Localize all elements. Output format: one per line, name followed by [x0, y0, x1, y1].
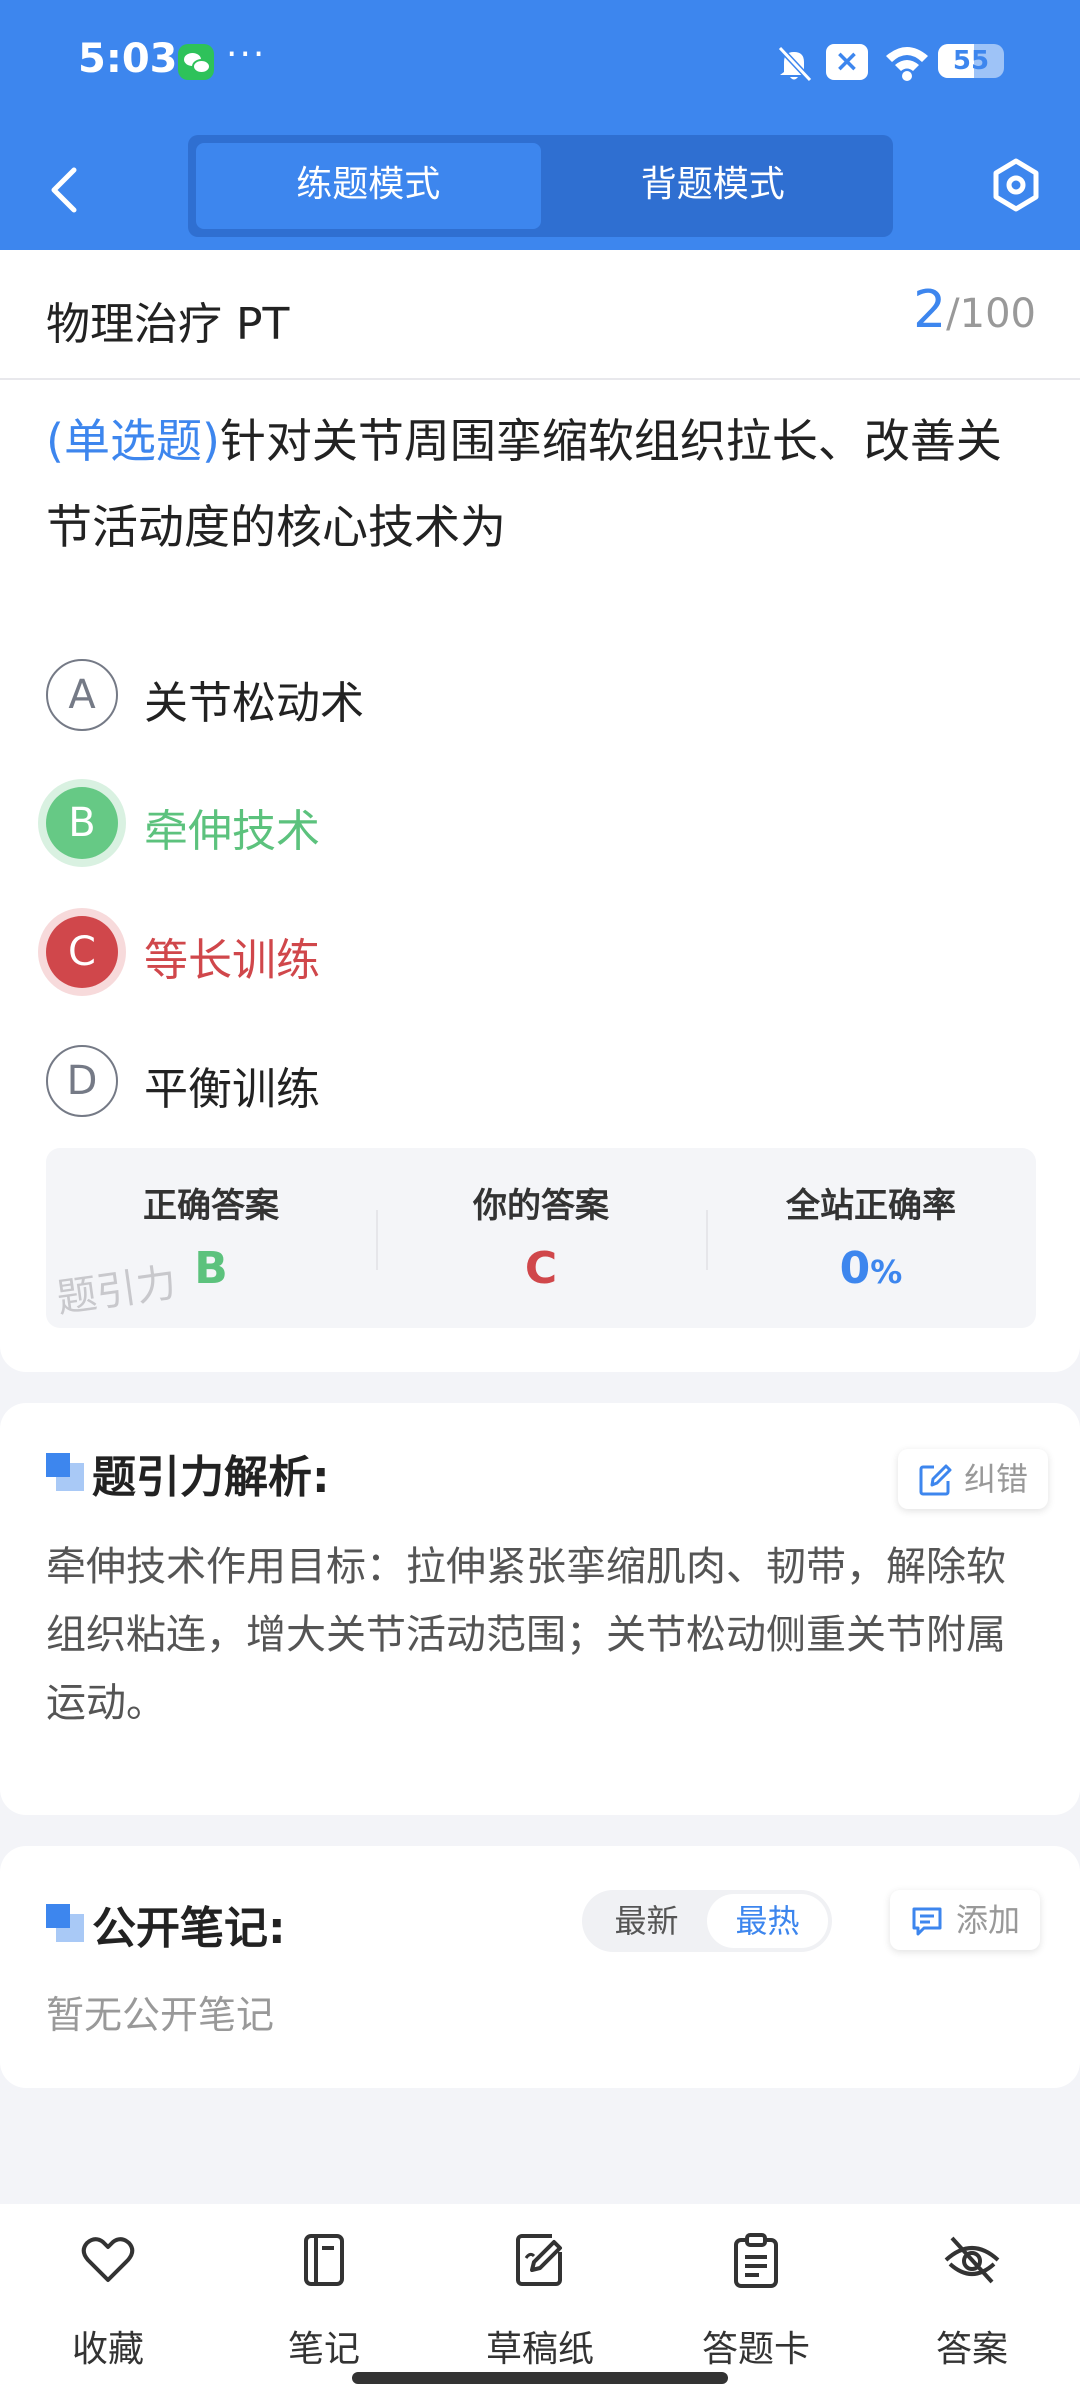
report-error-button[interactable]: 纠错 [898, 1449, 1049, 1509]
scratch-paper-button[interactable]: 草稿纸 [432, 2204, 648, 2400]
public-notes-card: 公开笔记: 最新 最热 添加 暂无公开笔记 [0, 1846, 1080, 2088]
rate-unit: % [870, 1253, 903, 1291]
analysis-text: 牵伸技术作用目标：拉伸紧张挛缩肌肉、韧带，解除软组织粘连，增大关节活动范围；关节… [46, 1544, 1006, 1726]
option-text: 关节松动术 [144, 678, 364, 729]
comment-icon [912, 1907, 942, 1936]
favorite-button[interactable]: 收藏 [0, 2204, 216, 2400]
app-header: 5:03 ··· × 55 练题模式 背题模式 [0, 0, 1080, 250]
total-questions: /100 [946, 291, 1036, 337]
bottom-toolbar: 收藏 笔记 草稿纸 答题卡 答案 [0, 2204, 1080, 2400]
option-text: 等长训练 [144, 935, 320, 986]
home-indicator[interactable] [352, 2372, 728, 2384]
option-text: 平衡训练 [144, 1064, 320, 1115]
close-notification-icon: × [826, 44, 868, 80]
section-square-icon [46, 1453, 84, 1491]
subject-title: 物理治疗 PT [46, 299, 290, 350]
answer-sheet-label: 答题卡 [701, 2329, 810, 2370]
sort-hot[interactable]: 最热 [707, 1894, 828, 1948]
notes-label: 笔记 [287, 2329, 360, 2370]
add-note-label: 添加 [956, 1901, 1021, 1939]
option-text: 牵伸技术 [144, 806, 320, 857]
notes-title: 公开笔记: [92, 1903, 286, 1954]
report-error-label: 纠错 [964, 1460, 1029, 1498]
current-question-number: 2 [913, 280, 947, 340]
clipboard-icon [734, 2233, 778, 2288]
your-answer-stat: 你的答案 C [376, 1148, 706, 1328]
correct-answer-stat: 正确答案 B 题引力 [46, 1148, 376, 1328]
accuracy-rate-stat: 全站正确率 0% [706, 1148, 1036, 1328]
back-arrow-icon[interactable] [44, 160, 84, 220]
option-a[interactable]: A 关节松动术 [46, 657, 946, 737]
answer-toggle-button[interactable]: 答案 [864, 2204, 1080, 2400]
notes-button[interactable]: 笔记 [216, 2204, 432, 2400]
mode-switch: 练题模式 背题模式 [188, 135, 893, 237]
stat-label: 正确答案 [143, 1186, 279, 1226]
answer-stats: 正确答案 B 题引力 你的答案 C 全站正确率 0% [46, 1148, 1036, 1328]
notes-empty-text: 暂无公开笔记 [46, 1993, 275, 2037]
option-letter: D [46, 1045, 118, 1117]
option-c[interactable]: C 等长训练 [46, 914, 946, 994]
question-card: 物理治疗 PT 2/100 (单选题)针对关节周围挛缩软组织拉长、改善关节活动度… [0, 250, 1080, 1372]
analysis-card: 题引力解析: 纠错 牵伸技术作用目标：拉伸紧张挛缩肌肉、韧带，解除软组织粘连，增… [0, 1403, 1080, 1815]
scratch-paper-label: 草稿纸 [485, 2329, 594, 2370]
stat-label: 全站正确率 [786, 1186, 956, 1226]
option-letter: B [46, 787, 118, 859]
edit-icon [919, 1464, 952, 1496]
battery-level: 55 [952, 46, 990, 76]
tab-practice-mode[interactable]: 练题模式 [196, 143, 541, 229]
draft-pen-icon [516, 2234, 562, 2286]
your-answer-value: C [524, 1243, 558, 1294]
more-notifications-icon: ··· [226, 34, 267, 75]
status-bar: 5:03 ··· × 55 [0, 0, 1080, 125]
heart-icon [81, 2237, 135, 2282]
accuracy-rate-value: 0% [706, 1243, 1036, 1294]
question-stem: (单选题)针对关节周围挛缩软组织拉长、改善关节活动度的核心技术为 [46, 398, 1036, 570]
question-type: (单选题) [46, 414, 220, 468]
question-header: 物理治疗 PT 2/100 [0, 250, 1080, 380]
battery-indicator: 55 [938, 44, 1004, 78]
option-letter: C [46, 916, 118, 988]
option-letter: A [46, 659, 118, 731]
tab-memorize-mode[interactable]: 背题模式 [541, 143, 886, 229]
answer-sheet-button[interactable]: 答题卡 [648, 2204, 864, 2400]
settings-hexagon-icon[interactable] [990, 157, 1042, 213]
option-b[interactable]: B 牵伸技术 [46, 785, 946, 865]
wechat-icon [178, 44, 214, 80]
mute-bell-icon [777, 45, 813, 83]
stat-label: 你的答案 [473, 1186, 609, 1226]
section-square-icon [46, 1904, 84, 1942]
notebook-icon [304, 2234, 344, 2286]
favorite-label: 收藏 [71, 2329, 144, 2370]
nav-bar: 练题模式 背题模式 [0, 125, 1080, 250]
status-time: 5:03 [78, 36, 178, 82]
option-d[interactable]: D 平衡训练 [46, 1043, 946, 1123]
question-counter[interactable]: 2/100 [913, 280, 1036, 340]
add-note-button[interactable]: 添加 [890, 1890, 1041, 1950]
sort-latest[interactable]: 最新 [586, 1894, 707, 1948]
answer-label: 答案 [935, 2329, 1008, 2370]
rate-number: 0 [839, 1243, 871, 1294]
wifi-icon [886, 47, 928, 81]
analysis-title: 题引力解析: [92, 1452, 330, 1503]
notes-sort-switch: 最新 最热 [582, 1890, 832, 1952]
eye-off-icon [944, 2236, 1000, 2284]
